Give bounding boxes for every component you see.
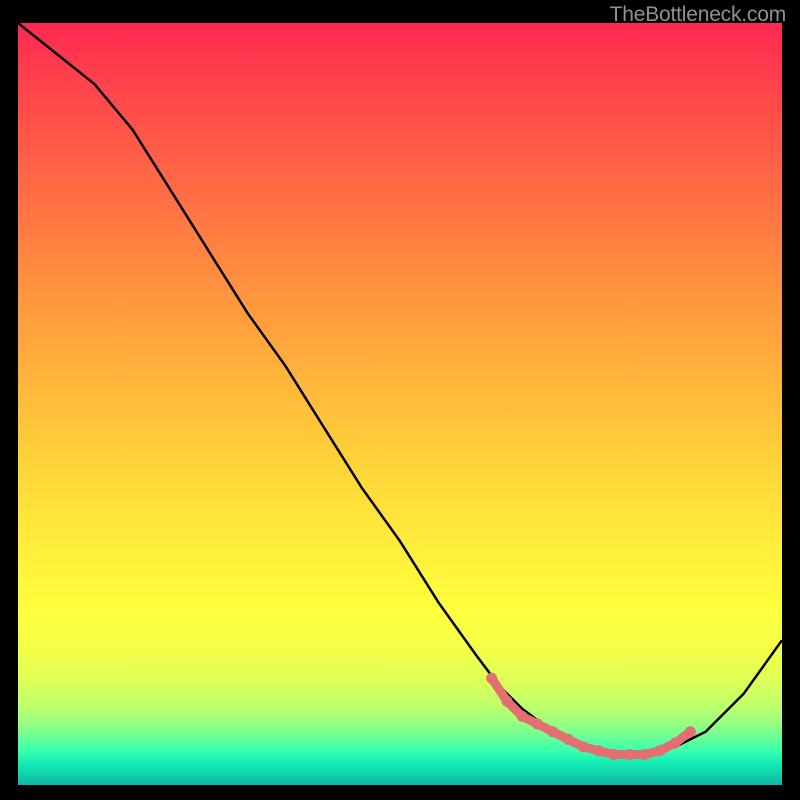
marker-dot xyxy=(502,696,513,707)
marker-dot xyxy=(624,749,635,760)
marker-dot xyxy=(670,738,681,749)
marker-dot xyxy=(563,734,574,745)
marker-dot xyxy=(547,726,558,737)
marker-dot xyxy=(685,726,696,737)
chart-overlay xyxy=(0,0,800,800)
marker-dot xyxy=(593,745,604,756)
marker-dot xyxy=(608,749,619,760)
curve-path xyxy=(18,23,782,755)
highlight-markers xyxy=(486,673,696,760)
marker-dot xyxy=(654,745,665,756)
curve-line xyxy=(18,23,782,755)
marker-dot xyxy=(578,741,589,752)
marker-dot xyxy=(532,719,543,730)
marker-dot xyxy=(517,711,528,722)
marker-dot xyxy=(486,673,497,684)
marker-dot xyxy=(639,749,650,760)
